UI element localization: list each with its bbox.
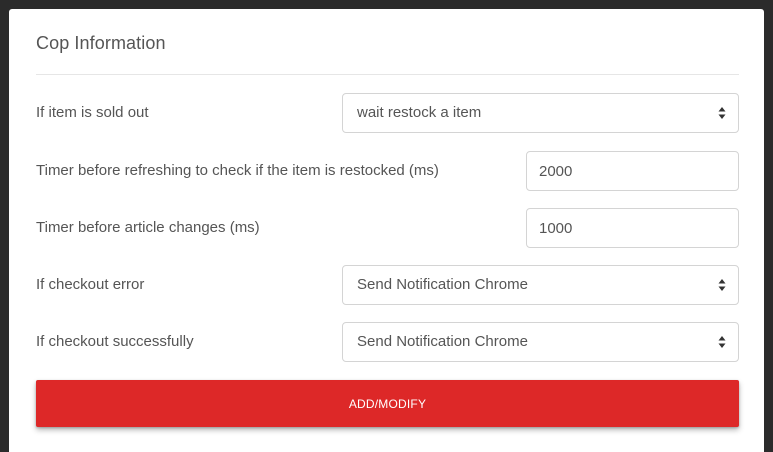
cop-information-card: Cop Information If item is sold out wait…	[9, 9, 764, 452]
restock-timer-input[interactable]	[526, 151, 739, 191]
sold-out-select-value: wait restock a item	[357, 104, 482, 121]
sort-arrows-icon	[718, 279, 726, 291]
restock-timer-label: Timer before refreshing to check if the …	[36, 162, 439, 179]
checkout-error-select[interactable]: Send Notification Chrome	[342, 265, 739, 305]
sort-arrows-icon	[718, 336, 726, 348]
sort-arrows-icon	[718, 107, 726, 119]
sold-out-row: If item is sold out wait restock a item	[36, 93, 739, 133]
add-modify-button[interactable]: ADD/MODIFY	[36, 380, 739, 427]
checkout-success-select[interactable]: Send Notification Chrome	[342, 322, 739, 362]
restock-timer-row: Timer before refreshing to check if the …	[36, 151, 739, 191]
checkout-error-select-value: Send Notification Chrome	[357, 276, 528, 293]
checkout-success-select-value: Send Notification Chrome	[357, 333, 528, 350]
card-title: Cop Information	[36, 33, 166, 53]
checkout-error-label: If checkout error	[36, 276, 145, 293]
sold-out-select[interactable]: wait restock a item	[342, 93, 739, 133]
title-divider	[36, 74, 739, 75]
article-timer-label: Timer before article changes (ms)	[36, 219, 260, 236]
checkout-success-label: If checkout successfully	[36, 333, 194, 350]
article-timer-row: Timer before article changes (ms)	[36, 208, 739, 248]
article-timer-input[interactable]	[526, 208, 739, 248]
checkout-success-row: If checkout successfully Send Notificati…	[36, 322, 739, 362]
sold-out-label: If item is sold out	[36, 104, 149, 121]
checkout-error-row: If checkout error Send Notification Chro…	[36, 265, 739, 305]
